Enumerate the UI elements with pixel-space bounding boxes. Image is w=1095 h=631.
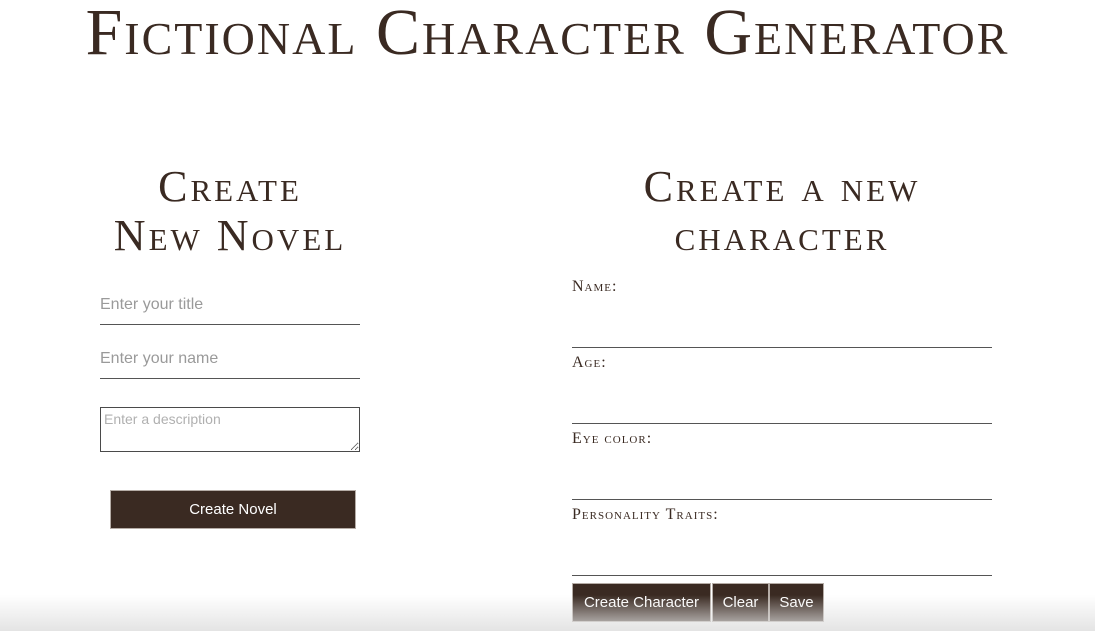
character-eye-color-input[interactable] bbox=[572, 465, 992, 500]
save-button[interactable]: Save bbox=[769, 583, 824, 622]
character-name-input[interactable] bbox=[572, 313, 992, 348]
create-novel-button[interactable]: Create Novel bbox=[110, 490, 356, 529]
character-heading-line2: character bbox=[674, 211, 890, 260]
app-title: Fictional Character Generator bbox=[85, 0, 1010, 69]
character-name-label: Name: bbox=[572, 278, 618, 295]
character-age-label: Age: bbox=[572, 354, 607, 371]
bottom-scroll-fade bbox=[0, 595, 1095, 631]
clear-button[interactable]: Clear bbox=[712, 583, 769, 622]
novel-form-heading: Create New Novel bbox=[60, 162, 400, 260]
novel-title-input[interactable] bbox=[100, 286, 360, 325]
character-heading-line1: Create a new bbox=[643, 162, 921, 211]
novel-heading-line1: Create bbox=[158, 162, 302, 211]
novel-description-textarea[interactable] bbox=[100, 407, 360, 452]
author-name-input[interactable] bbox=[100, 340, 360, 379]
character-age-input[interactable] bbox=[572, 389, 992, 424]
character-form-heading: Create a new character bbox=[592, 162, 972, 260]
character-eye-color-label: Eye color: bbox=[572, 430, 653, 447]
character-personality-traits-label: Personality Traits: bbox=[572, 506, 719, 523]
novel-heading-line2: New Novel bbox=[113, 211, 347, 260]
character-personality-traits-input[interactable] bbox=[572, 541, 992, 576]
create-character-button[interactable]: Create Character bbox=[572, 583, 711, 622]
